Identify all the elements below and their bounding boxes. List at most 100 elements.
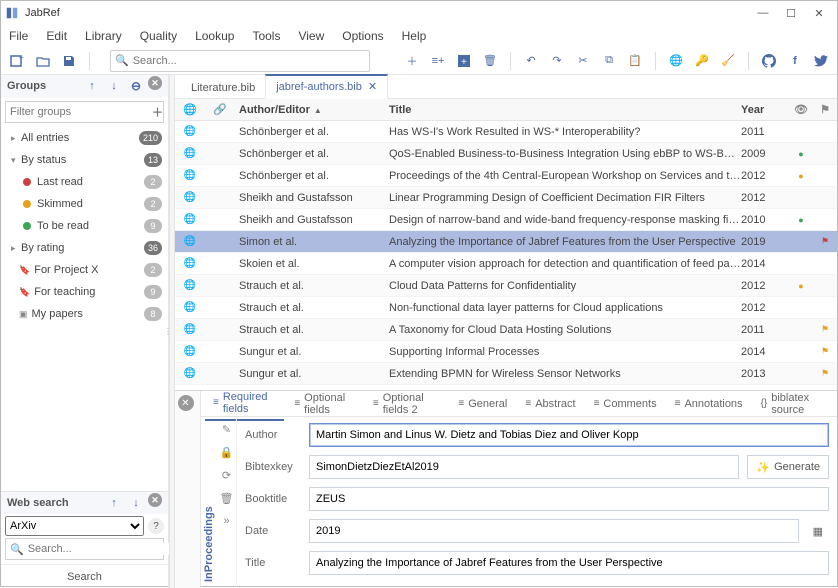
col-year[interactable]: Year: [741, 104, 789, 116]
new-entry-icon[interactable]: ＋: [402, 51, 422, 71]
field-input-booktitle[interactable]: [309, 487, 829, 511]
websearch-up-icon[interactable]: ↑: [104, 493, 124, 513]
websearch-input[interactable]: [28, 543, 170, 555]
disclose-icon[interactable]: ▸: [11, 243, 21, 254]
col-status2-icon[interactable]: ⚑: [813, 103, 837, 116]
tab-jabref-authors[interactable]: jabref-authors.bib✕: [265, 74, 388, 99]
table-row[interactable]: 🌐Strauch et al.Cloud Data Patterns for C…: [175, 275, 837, 297]
save-icon[interactable]: [59, 51, 79, 71]
group-item[interactable]: To be read9: [1, 215, 168, 237]
table-row[interactable]: 🌐Strauch et al.Non-functional data layer…: [175, 297, 837, 319]
menu-lookup[interactable]: Lookup: [195, 29, 234, 43]
cut-icon[interactable]: ✂: [573, 51, 593, 71]
editor-close-icon[interactable]: ✕: [178, 395, 194, 411]
maximize-button[interactable]: ☐: [777, 3, 805, 23]
groups-collapse-icon[interactable]: ⊖: [126, 76, 146, 96]
field-input-bibtexkey[interactable]: [309, 455, 739, 479]
table-row[interactable]: 🌐Schönberger et al.QoS-Enabled Business-…: [175, 143, 837, 165]
groups-down-icon[interactable]: ↓: [104, 76, 124, 96]
lock-icon[interactable]: 🔒: [220, 446, 234, 459]
menu-file[interactable]: File: [9, 29, 28, 43]
group-item[interactable]: 🔖For Project X2: [1, 259, 168, 281]
facebook-icon[interactable]: f: [785, 51, 805, 71]
paste-icon[interactable]: 📋: [625, 51, 645, 71]
websearch-close-icon[interactable]: ✕: [148, 493, 162, 507]
websearch-help-icon[interactable]: ?: [148, 518, 164, 534]
trash-icon[interactable]: 🗑: [220, 492, 234, 505]
col-title[interactable]: Title: [385, 104, 741, 116]
groups-up-icon[interactable]: ↑: [82, 76, 102, 96]
undo-icon[interactable]: ↶: [521, 51, 541, 71]
group-item[interactable]: ▾By status13: [1, 149, 168, 171]
calendar-icon[interactable]: ▦: [807, 525, 829, 538]
websearch-provider-select[interactable]: ArXiv: [5, 516, 144, 536]
groups-close-icon[interactable]: ✕: [148, 76, 162, 90]
websearch-searchbox[interactable]: 🔍: [5, 538, 164, 560]
editor-tab[interactable]: ≡Optional fields 2: [365, 388, 449, 420]
entry-type-label[interactable]: InProceedings: [201, 417, 217, 588]
twitter-icon[interactable]: [811, 51, 831, 71]
group-item[interactable]: ▸By rating36: [1, 237, 168, 259]
field-input-title[interactable]: [309, 551, 829, 575]
websearch-button[interactable]: Search: [1, 564, 168, 588]
minimize-button[interactable]: —: [749, 3, 777, 23]
table-row[interactable]: 🌐Schönberger et al.Proceedings of the 4t…: [175, 165, 837, 187]
close-tab-icon[interactable]: ✕: [368, 80, 377, 93]
table-row[interactable]: 🌐Strauch et al.A Taxonomy for Cloud Data…: [175, 319, 837, 341]
filter-groups-input[interactable]: [10, 106, 152, 118]
group-item[interactable]: 🔖For teaching9: [1, 281, 168, 303]
col-entrytype-icon[interactable]: 🌐: [175, 103, 205, 116]
edit-icon[interactable]: ✎: [222, 423, 231, 436]
new-entry-type-icon[interactable]: ≡+: [428, 51, 448, 71]
group-item[interactable]: Last read2: [1, 171, 168, 193]
editor-tab[interactable]: ≡General: [450, 394, 515, 414]
field-input-date[interactable]: [309, 519, 799, 543]
editor-tab[interactable]: ≡Required fields: [205, 387, 284, 421]
disclose-icon[interactable]: ▾: [11, 155, 21, 166]
col-status1-icon[interactable]: 👁: [789, 103, 813, 116]
copy-icon[interactable]: ⧉: [599, 51, 619, 71]
group-item[interactable]: Skimmed2: [1, 193, 168, 215]
table-row[interactable]: 🌐Sheikh and GustafssonDesign of narrow-b…: [175, 209, 837, 231]
delete-icon[interactable]: 🗑: [480, 51, 500, 71]
editor-tab[interactable]: ≡Abstract: [517, 394, 583, 414]
group-item[interactable]: ▸All entries210: [1, 127, 168, 149]
group-item[interactable]: ▣My papers8: [1, 303, 168, 325]
generate-key-icon[interactable]: 🔑: [692, 51, 712, 71]
push-extern-icon[interactable]: 🌐: [666, 51, 686, 71]
open-library-icon[interactable]: [33, 51, 53, 71]
tab-literature[interactable]: Literature.bib: [181, 78, 265, 98]
menu-tools[interactable]: Tools: [252, 29, 280, 43]
editor-tab[interactable]: ≡Comments: [586, 394, 665, 414]
menu-quality[interactable]: Quality: [140, 29, 177, 43]
editor-tab[interactable]: {}biblatex source: [753, 388, 833, 420]
new-library-icon[interactable]: +: [7, 51, 27, 71]
refresh-icon[interactable]: ⟳: [222, 469, 231, 482]
menu-library[interactable]: Library: [85, 29, 122, 43]
menu-options[interactable]: Options: [342, 29, 383, 43]
disclose-icon[interactable]: ▸: [11, 133, 21, 144]
github-icon[interactable]: [759, 51, 779, 71]
table-row[interactable]: 🌐Schönberger et al.Has WS-I's Work Resul…: [175, 121, 837, 143]
global-search[interactable]: 🔍: [110, 50, 370, 72]
close-window-button[interactable]: ✕: [805, 3, 833, 23]
field-input-author[interactable]: [309, 423, 829, 447]
menu-view[interactable]: View: [298, 29, 324, 43]
menu-edit[interactable]: Edit: [46, 29, 67, 43]
redo-icon[interactable]: ↷: [547, 51, 567, 71]
generate-key-button[interactable]: ✨Generate: [747, 455, 829, 479]
table-row[interactable]: 🌐Skoien et al.A computer vision approach…: [175, 253, 837, 275]
cleanup-icon[interactable]: 🧹: [718, 51, 738, 71]
editor-tab[interactable]: ≡Annotations: [667, 394, 751, 414]
table-row[interactable]: 🌐Sungur et al.Supporting Informal Proces…: [175, 341, 837, 363]
menu-help[interactable]: Help: [402, 29, 427, 43]
col-author[interactable]: Author/Editor▲: [235, 104, 385, 116]
col-attach-icon[interactable]: 🔗: [205, 103, 235, 116]
table-row[interactable]: 🌐Sheikh and GustafssonLinear Programming…: [175, 187, 837, 209]
websearch-down-icon[interactable]: ↓: [126, 493, 146, 513]
more-icon[interactable]: »: [223, 515, 229, 527]
editor-tab[interactable]: ≡Optional fields: [286, 388, 363, 420]
table-row[interactable]: 🌐Simon et al.Analyzing the Importance of…: [175, 231, 837, 253]
table-row[interactable]: 🌐Sungur et al.Extending BPMN for Wireles…: [175, 363, 837, 385]
new-entry-box-icon[interactable]: +: [454, 51, 474, 71]
